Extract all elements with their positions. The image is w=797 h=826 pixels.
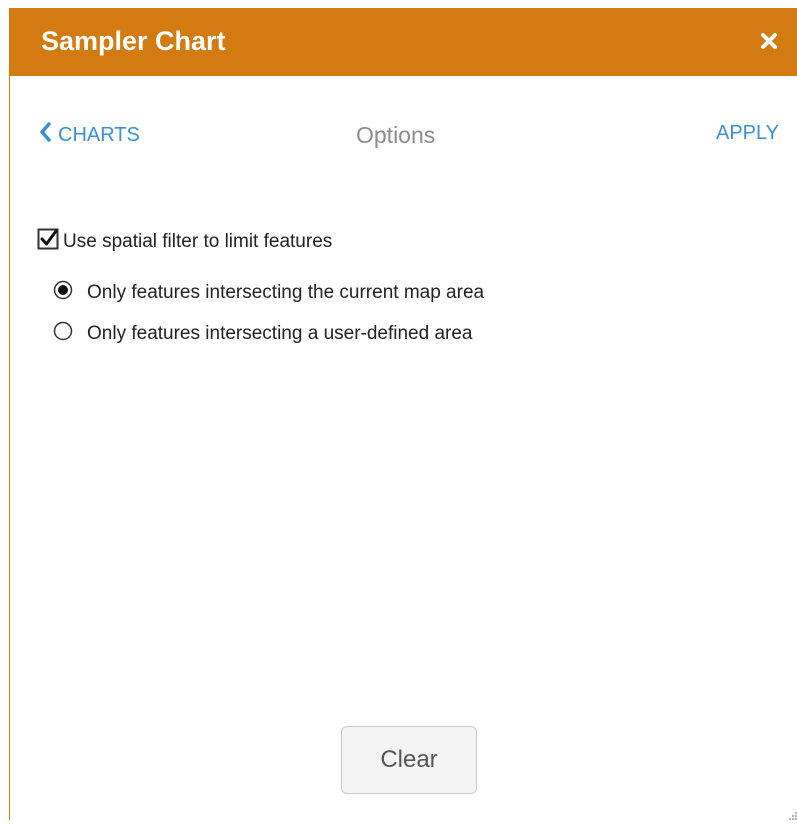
panel-title: Sampler Chart: [41, 26, 226, 56]
clear-button[interactable]: Clear: [341, 726, 477, 794]
options-title: Options: [356, 122, 436, 148]
panel-header: Sampler Chart: [9, 8, 797, 76]
radio-option-user-defined-area[interactable]: Only features intersecting a user-define…: [53, 321, 473, 347]
close-icon[interactable]: [754, 26, 784, 56]
radio-option-label: Only features intersecting a user-define…: [87, 323, 473, 344]
back-to-charts-link[interactable]: CHARTS: [38, 121, 140, 149]
chevron-left-icon: [38, 121, 52, 149]
radio-option-current-map-area[interactable]: Only features intersecting the current m…: [53, 280, 484, 306]
radio-button-unselected[interactable]: [53, 321, 73, 347]
back-link-label: CHARTS: [58, 123, 140, 146]
apply-button[interactable]: APPLY: [716, 122, 779, 145]
spatial-filter-label: Use spatial filter to limit features: [63, 231, 333, 252]
sampler-chart-panel: Sampler Chart CHARTS Options APPLY Use s…: [9, 8, 797, 820]
resize-grip-icon[interactable]: [788, 808, 797, 826]
radio-button-selected[interactable]: [53, 280, 73, 306]
radio-option-label: Only features intersecting the current m…: [87, 282, 485, 303]
spatial-filter-option: Use spatial filter to limit features: [37, 228, 332, 256]
spatial-filter-checkbox[interactable]: [37, 228, 59, 256]
